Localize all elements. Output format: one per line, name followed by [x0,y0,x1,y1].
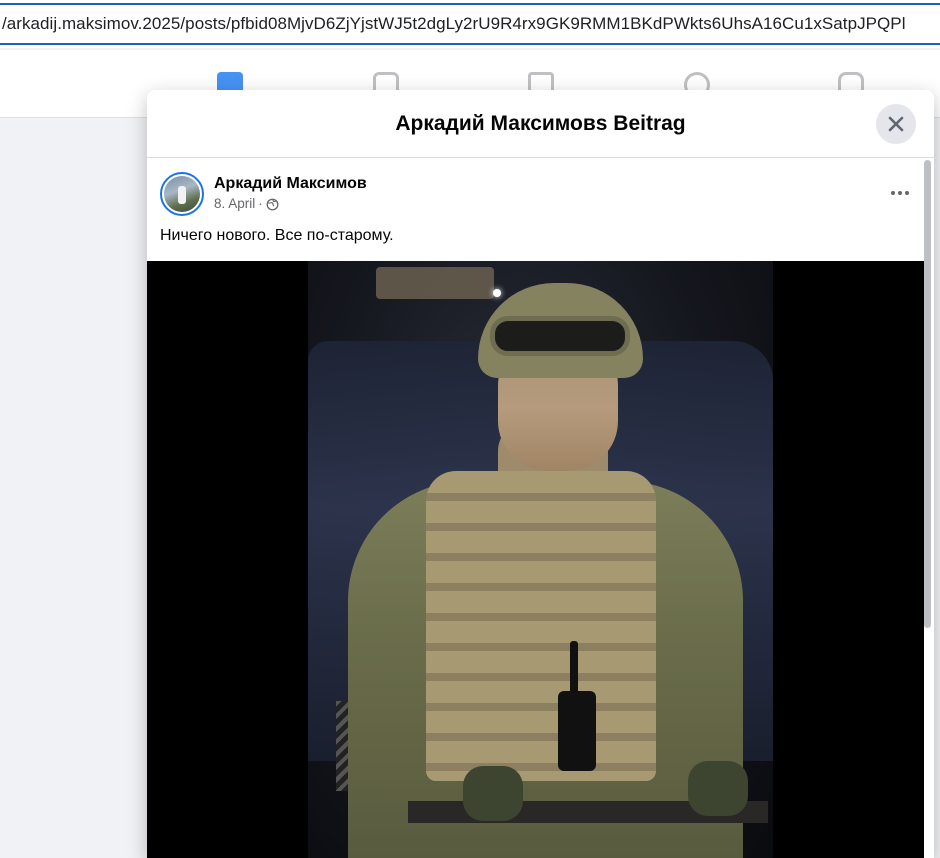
author-name[interactable]: Аркадий Максимов [214,174,367,194]
more-options-button[interactable] [884,182,916,204]
post-date[interactable]: 8. April [214,194,255,214]
more-options-icon [891,191,895,195]
author-meta: Аркадий Максимов 8. April · [214,174,367,214]
post-photo[interactable] [147,261,924,858]
close-button[interactable] [876,104,916,144]
post-modal: Аркадий Максимовs Beitrag Аркадий Максим… [147,90,934,858]
photo-content [308,261,773,858]
modal-title: Аркадий Максимовs Beitrag [395,111,686,135]
url-text: /arkadij.maksimov.2025/posts/pfbid08MjvD… [2,14,906,33]
scrollbar[interactable] [924,160,931,628]
avatar-image [164,176,200,212]
avatar[interactable] [160,172,204,216]
background-pane [0,119,147,858]
post-meta: 8. April · [214,194,367,214]
url-input[interactable]: /arkadij.maksimov.2025/posts/pfbid08MjvD… [0,3,940,45]
meta-separator: · [258,196,263,211]
post-text: Ничего нового. Все по-старому. [160,227,394,244]
close-icon [888,116,904,132]
browser-address-bar: /arkadij.maksimov.2025/posts/pfbid08MjvD… [0,0,940,48]
globe-icon[interactable] [266,198,279,211]
post-header: Аркадий Максимов 8. April · [160,172,367,216]
modal-header: Аркадий Максимовs Beitrag [147,90,934,158]
